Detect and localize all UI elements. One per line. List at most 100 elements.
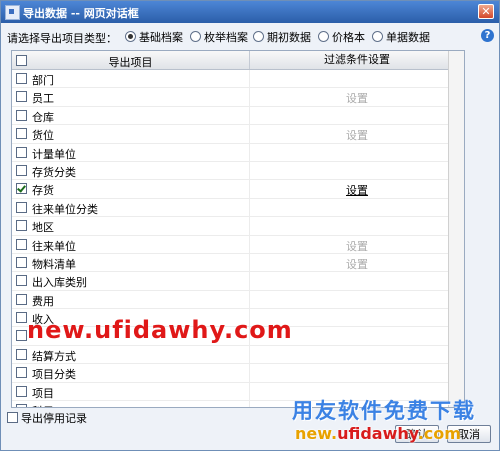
export-item-cell: 往来单位 xyxy=(12,235,250,253)
select-all-checkbox[interactable] xyxy=(16,55,27,66)
export-item-name: 出入库类别 xyxy=(32,276,87,290)
header-export-item-label: 导出项目 xyxy=(108,56,153,69)
window-title: 导出数据 -- 网页对话框 xyxy=(23,7,139,20)
watermark-url-small: new.ufidawhy.com xyxy=(295,424,461,443)
row-checkbox[interactable] xyxy=(16,146,27,158)
watermark-slogan: 用友软件免费下载 xyxy=(292,399,476,423)
export-type-label: 请选择导出项目类型： xyxy=(7,32,117,45)
export-item-name: 地区 xyxy=(32,221,54,235)
table-row[interactable]: 地区 xyxy=(12,217,464,236)
dialog-window: 导出数据 -- 网页对话框 ✕ 请选择导出项目类型： 基础档案 枚举档案 期初数… xyxy=(0,0,500,451)
table-row[interactable]: 费用 xyxy=(12,290,464,310)
row-checkbox[interactable] xyxy=(16,109,27,121)
export-item-cell: 货位 xyxy=(12,125,250,143)
radio-dot-icon xyxy=(253,31,264,42)
table-row[interactable]: 货位 设置 xyxy=(12,125,464,144)
help-icon[interactable]: ? xyxy=(481,29,494,42)
filter-setting-link[interactable]: 设置 xyxy=(250,90,464,106)
table-header: 导出项目 过滤条件设置 xyxy=(12,51,464,70)
table-row[interactable]: 部门 xyxy=(12,70,464,89)
radio-document-data[interactable]: 单据数据 xyxy=(372,29,430,45)
table-row[interactable]: 往来单位 设置 xyxy=(12,235,464,254)
row-checkbox[interactable] xyxy=(16,73,27,84)
export-item-cell: 存货分类 xyxy=(12,161,250,180)
row-checkbox[interactable] xyxy=(16,293,27,305)
export-item-name: 费用 xyxy=(32,294,54,308)
export-disabled-label: 导出停用记录 xyxy=(21,412,87,425)
row-checkbox[interactable] xyxy=(16,256,27,268)
table-row[interactable]: 往来单位分类 xyxy=(12,198,464,218)
watermark-part: ufidawhy xyxy=(337,424,418,443)
radio-price-book[interactable]: 价格本 xyxy=(318,29,365,45)
radio-opening-data[interactable]: 期初数据 xyxy=(253,29,311,45)
table-row[interactable]: 计量单位 xyxy=(12,143,464,162)
export-item-name: 项目分类 xyxy=(32,368,76,382)
table-row[interactable]: 出入库类别 xyxy=(12,272,464,291)
radio-label: 单据数据 xyxy=(386,31,430,44)
watermark-part: new. xyxy=(295,424,338,443)
export-item-name: 货位 xyxy=(32,129,54,143)
table-row[interactable]: 存货 设置 xyxy=(12,180,464,199)
table-row[interactable]: 结算方式 xyxy=(12,345,464,365)
watermark-part: .com xyxy=(417,424,461,443)
header-export-item: 导出项目 xyxy=(12,51,250,69)
row-checkbox[interactable] xyxy=(16,330,27,342)
close-button[interactable]: ✕ xyxy=(478,4,494,19)
row-checkbox[interactable] xyxy=(16,91,27,103)
row-checkbox[interactable] xyxy=(16,312,27,324)
radio-dot-icon xyxy=(190,31,201,42)
row-checkbox[interactable] xyxy=(16,220,27,232)
filter-setting-link[interactable]: 设置 xyxy=(250,238,464,254)
row-checkbox[interactable] xyxy=(16,164,27,176)
export-item-name: 科目 xyxy=(32,403,54,407)
export-item-name: 项目 xyxy=(32,386,54,400)
export-item-cell: 物料清单 xyxy=(12,253,250,272)
table-body: 部门 员工 设置 仓库 货位 设置 计量单位 存货分类 存货 设置 往来单位分类 地区 往来单位 设置 物料… xyxy=(12,70,464,407)
radio-enum-archive[interactable]: 枚举档案 xyxy=(190,29,248,45)
row-checkbox[interactable] xyxy=(16,183,27,195)
table-row[interactable]: 仓库 xyxy=(12,106,464,126)
filter-setting-link[interactable]: 设置 xyxy=(250,182,464,198)
table-row[interactable]: 物料清单 设置 xyxy=(12,253,464,273)
export-item-cell: 部门 xyxy=(12,70,250,88)
row-checkbox[interactable] xyxy=(16,238,27,250)
row-checkbox[interactable] xyxy=(16,275,27,287)
row-checkbox[interactable] xyxy=(16,128,27,140)
filter-setting-link[interactable]: 设置 xyxy=(250,127,464,143)
export-item-cell: 计量单位 xyxy=(12,143,250,161)
export-item-cell: 地区 xyxy=(12,217,250,235)
table-row[interactable]: 项目分类 xyxy=(12,364,464,383)
row-checkbox[interactable] xyxy=(16,348,27,360)
export-item-cell: 费用 xyxy=(12,290,250,309)
radio-dot-icon xyxy=(318,31,329,42)
radio-basic-archive[interactable]: 基础档案 xyxy=(125,29,183,45)
export-item-name: 物料清单 xyxy=(32,257,76,271)
export-item-name: 结算方式 xyxy=(32,349,76,363)
export-item-cell: 项目 xyxy=(12,382,250,401)
radio-label: 枚举档案 xyxy=(204,31,248,44)
row-checkbox[interactable] xyxy=(16,201,27,213)
radio-label: 基础档案 xyxy=(139,31,183,44)
export-item-name: 员工 xyxy=(32,92,54,106)
vertical-scrollbar[interactable] xyxy=(448,51,464,407)
export-item-cell: 员工 xyxy=(12,88,250,106)
export-disabled-checkbox[interactable] xyxy=(7,412,18,423)
table-row[interactable]: 存货分类 xyxy=(12,161,464,181)
table-row[interactable]: 员工 设置 xyxy=(12,88,464,107)
export-item-name: 存货分类 xyxy=(32,165,76,179)
export-items-table: 导出项目 过滤条件设置 部门 员工 设置 仓库 货位 设置 计量单位 存货分类 存货 设置 往来单位… xyxy=(11,50,465,408)
row-checkbox[interactable] xyxy=(16,385,27,397)
export-item-cell: 往来单位分类 xyxy=(12,198,250,217)
export-disabled-option[interactable]: 导出停用记录 xyxy=(7,410,87,426)
filter-setting-link[interactable]: 设置 xyxy=(250,256,464,272)
radio-label: 期初数据 xyxy=(267,31,311,44)
radio-dot-icon xyxy=(372,31,383,42)
row-checkbox[interactable] xyxy=(16,404,27,407)
export-item-name: 计量单位 xyxy=(32,147,76,161)
export-item-name: 往来单位分类 xyxy=(32,202,98,216)
app-icon xyxy=(5,5,20,20)
row-checkbox[interactable] xyxy=(16,367,27,379)
export-item-cell: 科目 xyxy=(12,401,250,407)
export-item-name: 部门 xyxy=(32,74,54,87)
radio-dot-icon xyxy=(125,31,136,42)
